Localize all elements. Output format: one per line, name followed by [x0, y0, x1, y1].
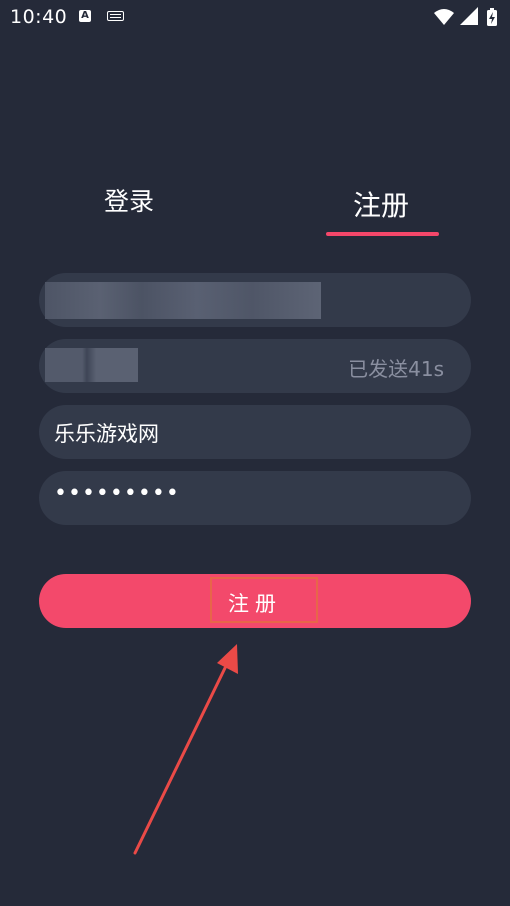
- annotation-arrow-icon: [133, 644, 238, 855]
